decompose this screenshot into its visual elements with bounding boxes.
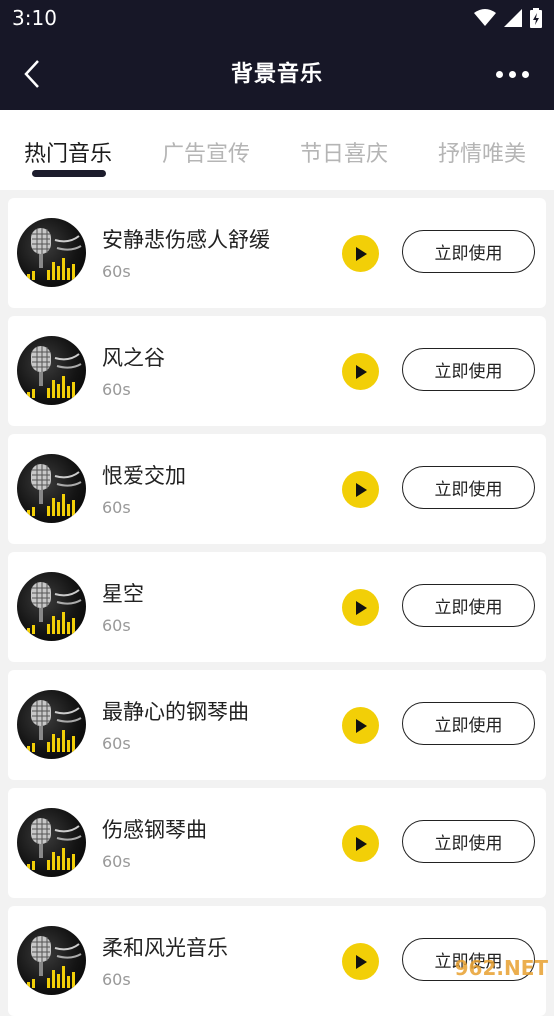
tab-lyrical[interactable]: 抒情唯美	[438, 136, 526, 168]
tab-advertising[interactable]: 广告宣传	[162, 136, 250, 168]
tab-festival[interactable]: 节日喜庆	[300, 136, 388, 168]
play-icon	[355, 600, 367, 615]
use-now-button[interactable]: 立即使用	[402, 348, 535, 391]
app-header: 3:10 背景音乐	[0, 0, 554, 110]
song-duration: 60s	[102, 380, 131, 399]
microphone-thumbnail	[27, 700, 82, 752]
play-icon	[355, 954, 367, 969]
more-button[interactable]	[492, 62, 532, 86]
microphone-thumbnail	[27, 464, 82, 516]
watermark-logo: 962.NET	[454, 956, 548, 980]
list-item[interactable]: 伤感钢琴曲 60s 立即使用	[8, 788, 546, 898]
use-now-button[interactable]: 立即使用	[402, 230, 535, 273]
play-icon	[355, 836, 367, 851]
more-dot	[521, 70, 529, 78]
song-thumbnail	[17, 926, 86, 995]
use-now-button[interactable]: 立即使用	[402, 466, 535, 509]
play-button[interactable]	[342, 943, 379, 980]
song-thumbnail	[17, 572, 86, 641]
use-now-button[interactable]: 立即使用	[402, 584, 535, 627]
play-button[interactable]	[342, 471, 379, 508]
song-thumbnail	[17, 218, 86, 287]
song-title: 星空	[102, 582, 144, 606]
list-item[interactable]: 风之谷 60s 立即使用	[8, 316, 546, 426]
play-icon	[355, 364, 367, 379]
song-title: 恨爱交加	[102, 464, 186, 488]
wifi-icon	[474, 9, 496, 26]
microphone-thumbnail	[27, 818, 82, 870]
song-title: 最静心的钢琴曲	[102, 700, 249, 724]
use-now-button[interactable]: 立即使用	[402, 702, 535, 745]
use-now-button[interactable]: 立即使用	[402, 820, 535, 863]
status-icons	[474, 6, 542, 30]
microphone-thumbnail	[27, 582, 82, 634]
list-item[interactable]: 最静心的钢琴曲 60s 立即使用	[8, 670, 546, 780]
song-duration: 60s	[102, 734, 131, 753]
list-item[interactable]: 恨爱交加 60s 立即使用	[8, 434, 546, 544]
microphone-thumbnail	[27, 346, 82, 398]
tab-hot-music[interactable]: 热门音乐	[24, 136, 112, 168]
list-item[interactable]: 安静悲伤感人舒缓 60s 立即使用	[8, 198, 546, 308]
play-button[interactable]	[342, 353, 379, 390]
status-time: 3:10	[12, 6, 57, 30]
page-title: 背景音乐	[230, 62, 323, 87]
song-thumbnail	[17, 690, 86, 759]
play-icon	[355, 482, 367, 497]
signal-icon	[504, 9, 522, 27]
microphone-thumbnail	[27, 228, 82, 280]
play-button[interactable]	[342, 825, 379, 862]
song-title: 风之谷	[102, 346, 165, 370]
play-icon	[355, 718, 367, 733]
song-duration: 60s	[102, 616, 131, 635]
song-duration: 60s	[102, 498, 131, 517]
song-title: 伤感钢琴曲	[102, 818, 207, 842]
list-item[interactable]: 星空 60s 立即使用	[8, 552, 546, 662]
song-title: 安静悲伤感人舒缓	[102, 228, 270, 252]
song-duration: 60s	[102, 852, 131, 871]
play-button[interactable]	[342, 589, 379, 626]
tab-indicator	[32, 170, 106, 177]
song-thumbnail	[17, 336, 86, 405]
song-duration: 60s	[102, 970, 131, 989]
more-dot	[508, 70, 516, 78]
song-duration: 60s	[102, 262, 131, 281]
play-icon	[355, 246, 367, 261]
battery-icon	[530, 8, 542, 28]
play-button[interactable]	[342, 707, 379, 744]
song-thumbnail	[17, 808, 86, 877]
category-tabs: 热门音乐 广告宣传 节日喜庆 抒情唯美	[0, 110, 554, 190]
song-thumbnail	[17, 454, 86, 523]
more-dots-icon	[495, 70, 503, 78]
play-button[interactable]	[342, 235, 379, 272]
microphone-thumbnail	[27, 936, 82, 988]
song-title: 柔和风光音乐	[102, 936, 228, 960]
